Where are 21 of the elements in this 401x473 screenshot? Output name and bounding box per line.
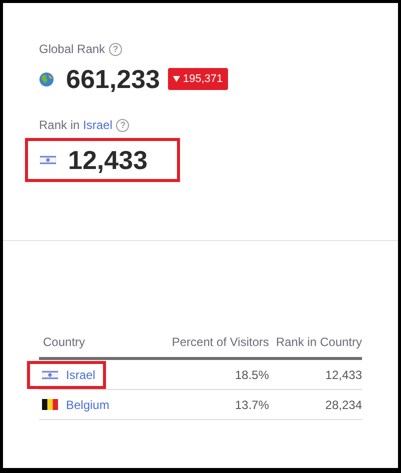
country-link[interactable]: Israel <box>27 360 106 388</box>
global-rank-value: 661,233 <box>66 66 160 92</box>
country-rank-value: 12,433 <box>68 147 148 173</box>
column-header: Percent of Visitors <box>170 334 269 351</box>
down-triangle-icon <box>172 76 180 82</box>
israel-flag-icon <box>40 155 56 165</box>
israel-flag-icon <box>42 370 58 380</box>
help-icon[interactable]: ? <box>109 42 122 56</box>
rank-change-badge: 195,371 <box>168 68 228 90</box>
rank-in-country-label: Rank in Israel <box>39 117 112 134</box>
globe-icon <box>39 72 54 86</box>
column-header: Country <box>42 334 86 351</box>
percent-cell-text: 13.7% <box>234 396 269 414</box>
column-header: Rank in Country <box>274 334 362 351</box>
help-icon[interactable]: ? <box>116 118 130 132</box>
global-rank-label: Global Rank <box>39 41 106 58</box>
rank-cell-text: 12,433 <box>324 366 362 384</box>
percent-cell-text: 18.5% <box>234 366 269 384</box>
rank-cell-text: 28,234 <box>324 396 362 414</box>
belgium-flag-icon <box>42 399 58 410</box>
country-link[interactable]: Belgium <box>27 390 120 418</box>
